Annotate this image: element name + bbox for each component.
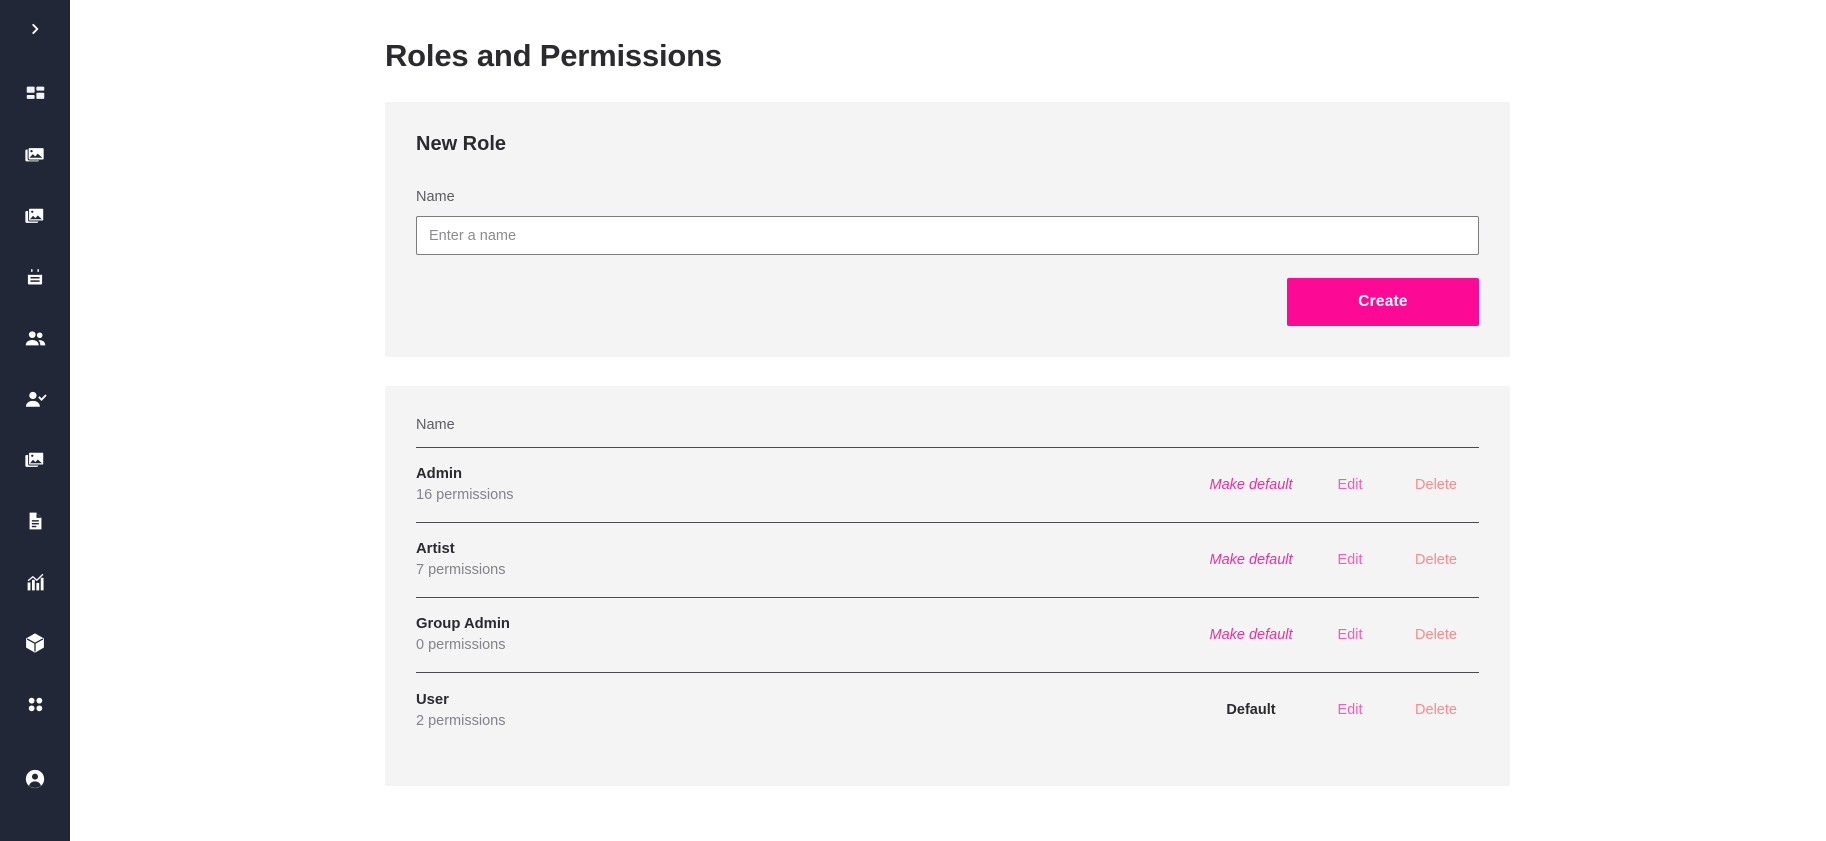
sidebar-item-apps[interactable] [13, 682, 57, 726]
app-root: Roles and Permissions New Role Name Crea… [0, 0, 1826, 841]
role-permissions-count: 0 permissions [416, 637, 506, 653]
role-actions: Make default Edit Delete [1195, 627, 1479, 643]
sidebar-item-users[interactable] [13, 316, 57, 360]
make-default-link[interactable]: Make default [1195, 552, 1307, 568]
table-row: Artist 7 permissions Make default Edit D… [416, 523, 1479, 598]
role-info: Admin 16 permissions [416, 466, 514, 503]
role-permissions-count: 2 permissions [416, 712, 506, 729]
people-icon [24, 327, 47, 350]
role-name: Group Admin [416, 616, 510, 632]
edit-link[interactable]: Edit [1307, 552, 1393, 568]
role-name: Admin [416, 466, 463, 482]
delete-link[interactable]: Delete [1393, 552, 1479, 568]
new-role-actions: Create [416, 278, 1479, 326]
table-row: User 2 permissions Default Edit Delete [416, 673, 1479, 748]
role-actions: Make default Edit Delete [1195, 552, 1479, 568]
role-info: Group Admin 0 permissions [416, 616, 510, 653]
roles-table-header-name: Name [416, 417, 1479, 448]
make-default-link[interactable]: Make default [1195, 627, 1307, 643]
edit-link[interactable]: Edit [1307, 627, 1393, 643]
sidebar [0, 0, 70, 841]
sidebar-item-documents[interactable] [13, 499, 57, 543]
table-row: Admin 16 permissions Make default Edit D… [416, 448, 1479, 523]
create-role-button[interactable]: Create [1287, 278, 1479, 326]
image-stack-icon [24, 449, 46, 471]
document-icon [25, 511, 45, 531]
role-name: Artist [416, 541, 455, 557]
sidebar-item-assets[interactable] [13, 194, 57, 238]
page-title: Roles and Permissions [385, 38, 722, 73]
account-circle-icon [24, 768, 46, 790]
make-default-link[interactable]: Make default [1195, 477, 1307, 493]
image-stack-icon [24, 205, 46, 227]
sidebar-item-approvals[interactable] [13, 377, 57, 421]
delete-link[interactable]: Delete [1393, 627, 1479, 643]
role-name-input[interactable] [416, 216, 1479, 255]
edit-link[interactable]: Edit [1307, 477, 1393, 493]
chevron-right-icon [28, 22, 42, 36]
role-actions: Default Edit Delete [1195, 702, 1479, 718]
delete-link[interactable]: Delete [1393, 477, 1479, 493]
bar-chart-icon [25, 572, 46, 593]
sidebar-item-galleries[interactable] [13, 438, 57, 482]
delete-link[interactable]: Delete [1393, 702, 1479, 718]
role-actions: Make default Edit Delete [1195, 477, 1479, 493]
box-cube-icon [24, 632, 46, 654]
name-field-label: Name [416, 189, 455, 205]
dashboard-grid-icon [25, 84, 46, 105]
role-permissions-count: 7 permissions [416, 562, 506, 578]
sidebar-item-dashboard[interactable] [13, 72, 57, 116]
person-check-icon [24, 388, 47, 411]
table-row: Group Admin 0 permissions Make default E… [416, 598, 1479, 673]
main-content: Roles and Permissions New Role Name Crea… [70, 0, 1826, 841]
role-info: Artist 7 permissions [416, 541, 505, 578]
sidebar-item-collections[interactable] [13, 133, 57, 177]
new-role-card: New Role Name Create [385, 102, 1510, 357]
sidebar-item-reports[interactable] [13, 560, 57, 604]
sidebar-item-packages[interactable] [13, 621, 57, 665]
new-role-card-title: New Role [416, 133, 507, 155]
role-info: User 2 permissions [416, 692, 505, 729]
role-permissions-count: 16 permissions [416, 487, 514, 503]
default-badge: Default [1226, 702, 1276, 718]
folder-image-icon [24, 144, 46, 166]
sidebar-item-account[interactable] [13, 757, 57, 801]
sidebar-expand-toggle[interactable] [15, 12, 55, 46]
sidebar-item-calendar[interactable] [13, 255, 57, 299]
role-name: User [416, 691, 449, 708]
roles-table-card: Name Admin 16 permissions Make default E… [385, 386, 1510, 786]
four-dots-grid-icon [25, 694, 46, 715]
edit-link[interactable]: Edit [1307, 702, 1393, 718]
calendar-icon [25, 267, 45, 287]
